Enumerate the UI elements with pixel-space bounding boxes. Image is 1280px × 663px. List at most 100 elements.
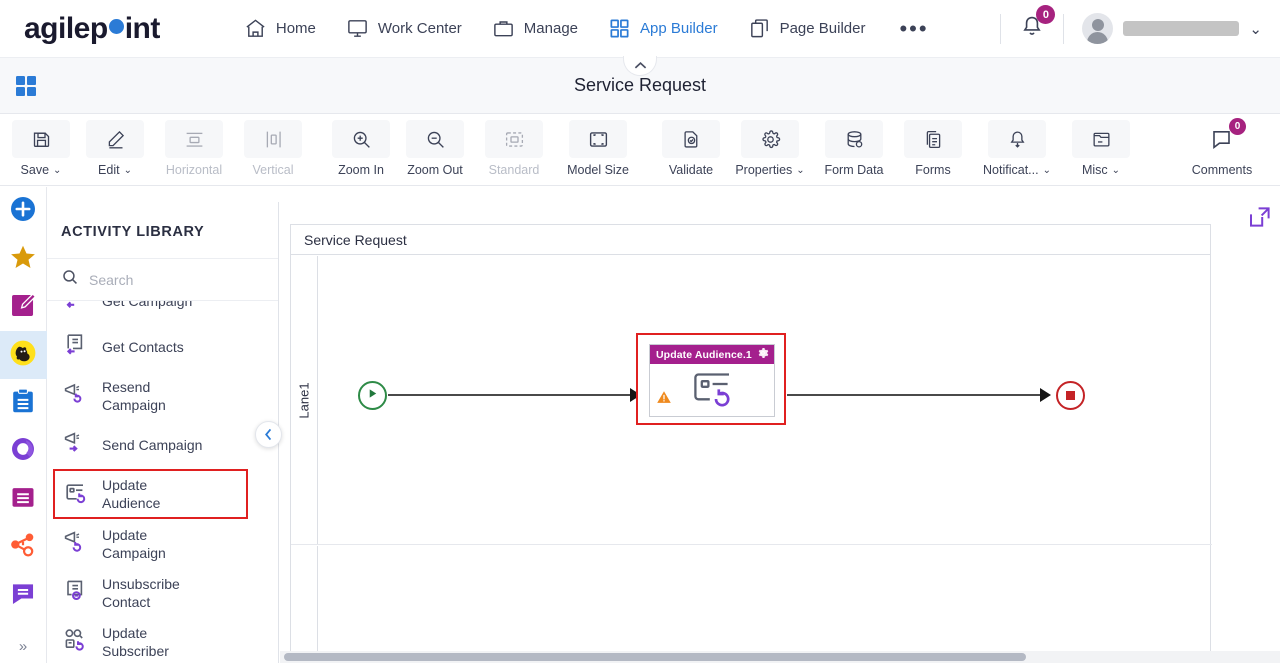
edit-square-icon [9, 291, 37, 324]
update-campaign-icon [61, 527, 89, 560]
rail-item-chat[interactable] [0, 571, 47, 619]
nav-item-work-center[interactable]: Work Center [344, 13, 464, 44]
list-item-get-campaign[interactable]: Get Campaign [47, 301, 278, 322]
chevron-down-icon: ⌄ [796, 164, 805, 176]
rail-item-hubspot[interactable] [0, 523, 47, 571]
properties-button[interactable]: Properties ⌄ [732, 120, 808, 177]
activity-selection-outline[interactable]: Update Audience.1 [636, 333, 786, 425]
grid-apps-icon [608, 17, 631, 40]
mailchimp-icon [9, 339, 37, 372]
monitor-icon [346, 17, 369, 40]
gear-icon[interactable] [757, 346, 769, 364]
process-toolbar: Save ⌄ Edit ⌄ Horizontal Vertical Zoom In [0, 114, 1280, 186]
vertical-button[interactable]: Vertical [240, 120, 306, 177]
horizontal-scrollbar-thumb[interactable] [284, 653, 1026, 661]
rail-item-adobe[interactable] [0, 427, 47, 475]
logo-text-before: agilep [24, 11, 108, 45]
app-root: agilep int Home Work Center Manage App B… [0, 0, 1280, 663]
list-item-send-campaign[interactable]: Send Campaign [47, 420, 278, 469]
rail-item-edit[interactable] [0, 283, 47, 331]
nav-item-home[interactable]: Home [242, 13, 318, 44]
start-event[interactable] [358, 381, 387, 410]
rail-item-folder[interactable] [0, 475, 47, 523]
list-item-label-2: Contact [102, 593, 151, 610]
list-item-update-audience[interactable]: Update Audience [53, 469, 248, 519]
sequence-flow-start-to-activity [388, 394, 637, 396]
logo-text-after: int [124, 11, 161, 45]
pages-icon [748, 17, 771, 40]
agilepoint-logo[interactable]: agilep int [24, 12, 160, 46]
misc-button[interactable]: Misc ⌄ [1068, 120, 1134, 177]
gear-icon [741, 120, 799, 158]
briefcase-icon [492, 17, 515, 40]
nav-label-manage: Manage [523, 20, 579, 37]
activity-update-audience[interactable]: Update Audience.1 [649, 344, 775, 417]
model-size-icon [569, 120, 627, 158]
avatar [1082, 13, 1114, 44]
forms-button[interactable]: Forms [900, 120, 966, 177]
bell-icon [1019, 16, 1045, 43]
activity-search-row [47, 259, 278, 301]
validate-button[interactable]: Validate [658, 120, 724, 177]
validate-label: Validate [668, 163, 714, 177]
horizontal-button[interactable]: Horizontal [156, 120, 232, 177]
activity-library-panel: ACTIVITY LIBRARY Get Campaign Get Contac… [47, 202, 279, 663]
adobe-icon [9, 435, 37, 468]
app-grid-icon[interactable] [14, 74, 38, 103]
form-data-button[interactable]: Form Data [816, 120, 892, 177]
home-icon [244, 17, 267, 40]
library-collapse-button[interactable] [255, 421, 282, 448]
list-item-get-contacts[interactable]: Get Contacts [47, 322, 278, 371]
comments-button[interactable]: 0 Comments [1184, 118, 1260, 177]
end-event[interactable] [1056, 381, 1085, 410]
comments-badge: 0 [1229, 118, 1246, 135]
activity-list[interactable]: Get Campaign Get Contacts Resend Campaig… [47, 301, 278, 659]
edit-button[interactable]: Edit ⌄ [82, 120, 148, 177]
bell-icon [988, 120, 1046, 158]
standard-size-icon [485, 120, 543, 158]
list-item-unsubscribe-contact[interactable]: Unsubscribe Contact [47, 568, 278, 617]
save-icon [12, 120, 70, 158]
nav-label-work-center: Work Center [377, 20, 462, 37]
folder-icon [9, 483, 37, 516]
horizontal-scrollbar[interactable] [280, 651, 1280, 663]
nav-item-app-builder[interactable]: App Builder [606, 13, 720, 44]
resend-campaign-icon [61, 379, 89, 412]
rail-item-add[interactable] [0, 187, 47, 235]
activity-header: Update Audience.1 [650, 345, 774, 364]
notifications-button[interactable]: 0 [1019, 5, 1056, 44]
rail-item-clipboard[interactable] [0, 379, 47, 427]
list-item-resend-campaign[interactable]: Resend Campaign [47, 371, 278, 420]
nav-item-manage[interactable]: Manage [490, 13, 580, 44]
process-canvas[interactable]: Service Request Lane1 Update Audience.1 [279, 187, 1280, 663]
search-input[interactable] [89, 271, 249, 288]
list-item-update-subscriber[interactable]: Update Subscriber [47, 617, 278, 659]
account-menu[interactable]: ⌄ [1082, 13, 1262, 44]
model-size-button[interactable]: Model Size [560, 120, 636, 177]
standard-button[interactable]: Standard [476, 120, 552, 177]
notifications-toolbar-button[interactable]: Notificat... ⌄ [974, 120, 1060, 177]
account-name-redacted [1123, 21, 1240, 36]
list-item-update-campaign[interactable]: Update Campaign [47, 519, 278, 568]
rail-more-button[interactable]: » [19, 638, 27, 655]
list-item-label-2: Campaign [102, 396, 166, 413]
list-item-label-2: Audience [102, 495, 161, 511]
list-item-label: Update [102, 624, 148, 641]
zoom-in-button[interactable]: Zoom In [328, 120, 394, 177]
zoom-out-button[interactable]: Zoom Out [402, 120, 468, 177]
rail-item-favorites[interactable] [0, 235, 47, 283]
database-icon [825, 120, 883, 158]
nav-item-page-builder[interactable]: Page Builder [746, 13, 868, 44]
save-label: Save [20, 163, 50, 177]
nav-divider-1 [1000, 13, 1002, 44]
flow-arrowhead-2 [1040, 388, 1051, 402]
nav-overflow-button[interactable]: ••• [899, 17, 928, 39]
nav-divider-2 [1063, 13, 1065, 44]
add-icon [9, 195, 37, 228]
save-button[interactable]: Save ⌄ [8, 120, 74, 177]
rail-item-mailchimp[interactable] [0, 331, 47, 379]
clipboard-icon [9, 387, 37, 420]
page-title: Service Request [573, 75, 707, 95]
forms-icon [904, 120, 962, 158]
expand-canvas-icon[interactable] [1248, 205, 1272, 234]
